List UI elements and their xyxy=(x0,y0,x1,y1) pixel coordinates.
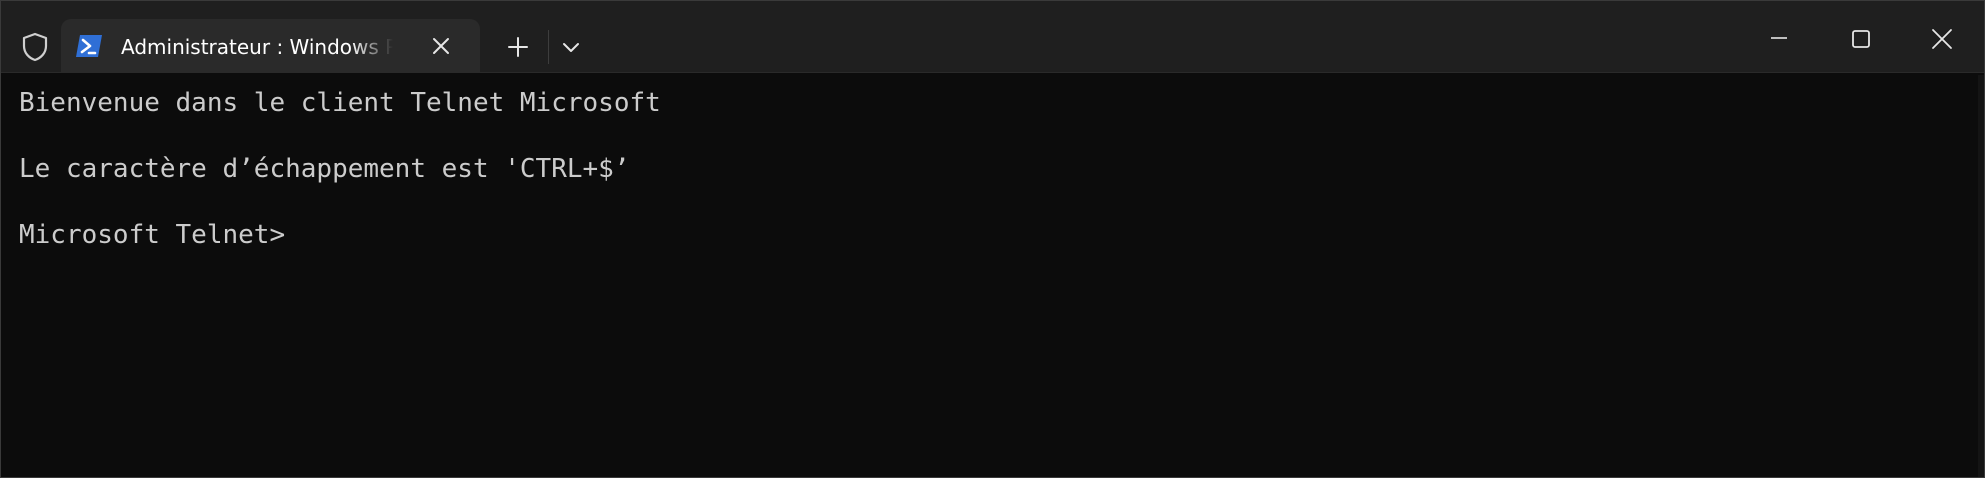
minimize-button[interactable] xyxy=(1753,13,1803,63)
tab-separator xyxy=(548,30,549,64)
chevron-down-icon[interactable] xyxy=(554,31,588,63)
maximize-icon xyxy=(1852,30,1870,48)
scrollbar[interactable] xyxy=(1978,75,1984,477)
terminal-prompt: Microsoft Telnet> xyxy=(19,220,286,250)
tab-title: Administrateur : Windows PowerShell xyxy=(121,35,471,59)
powershell-icon xyxy=(75,33,103,59)
shield-icon xyxy=(19,31,51,63)
close-icon xyxy=(1932,29,1952,49)
terminal-window: Administrateur : Windows PowerShell Bien… xyxy=(0,0,1985,478)
terminal-line: Le caractère d’échappement est 'CTRL+$’ xyxy=(19,154,630,184)
title-bar: Administrateur : Windows PowerShell xyxy=(1,1,1984,73)
tab-close-icon[interactable] xyxy=(429,34,453,58)
terminal-output[interactable]: Bienvenue dans le client Telnet Microsof… xyxy=(19,87,1969,467)
tab-powershell[interactable]: Administrateur : Windows PowerShell xyxy=(61,19,480,73)
new-tab-button[interactable] xyxy=(501,31,535,63)
maximize-button[interactable] xyxy=(1835,13,1885,63)
close-button[interactable] xyxy=(1916,13,1966,63)
terminal-line: Bienvenue dans le client Telnet Microsof… xyxy=(19,88,661,118)
minimize-icon xyxy=(1771,37,1787,39)
